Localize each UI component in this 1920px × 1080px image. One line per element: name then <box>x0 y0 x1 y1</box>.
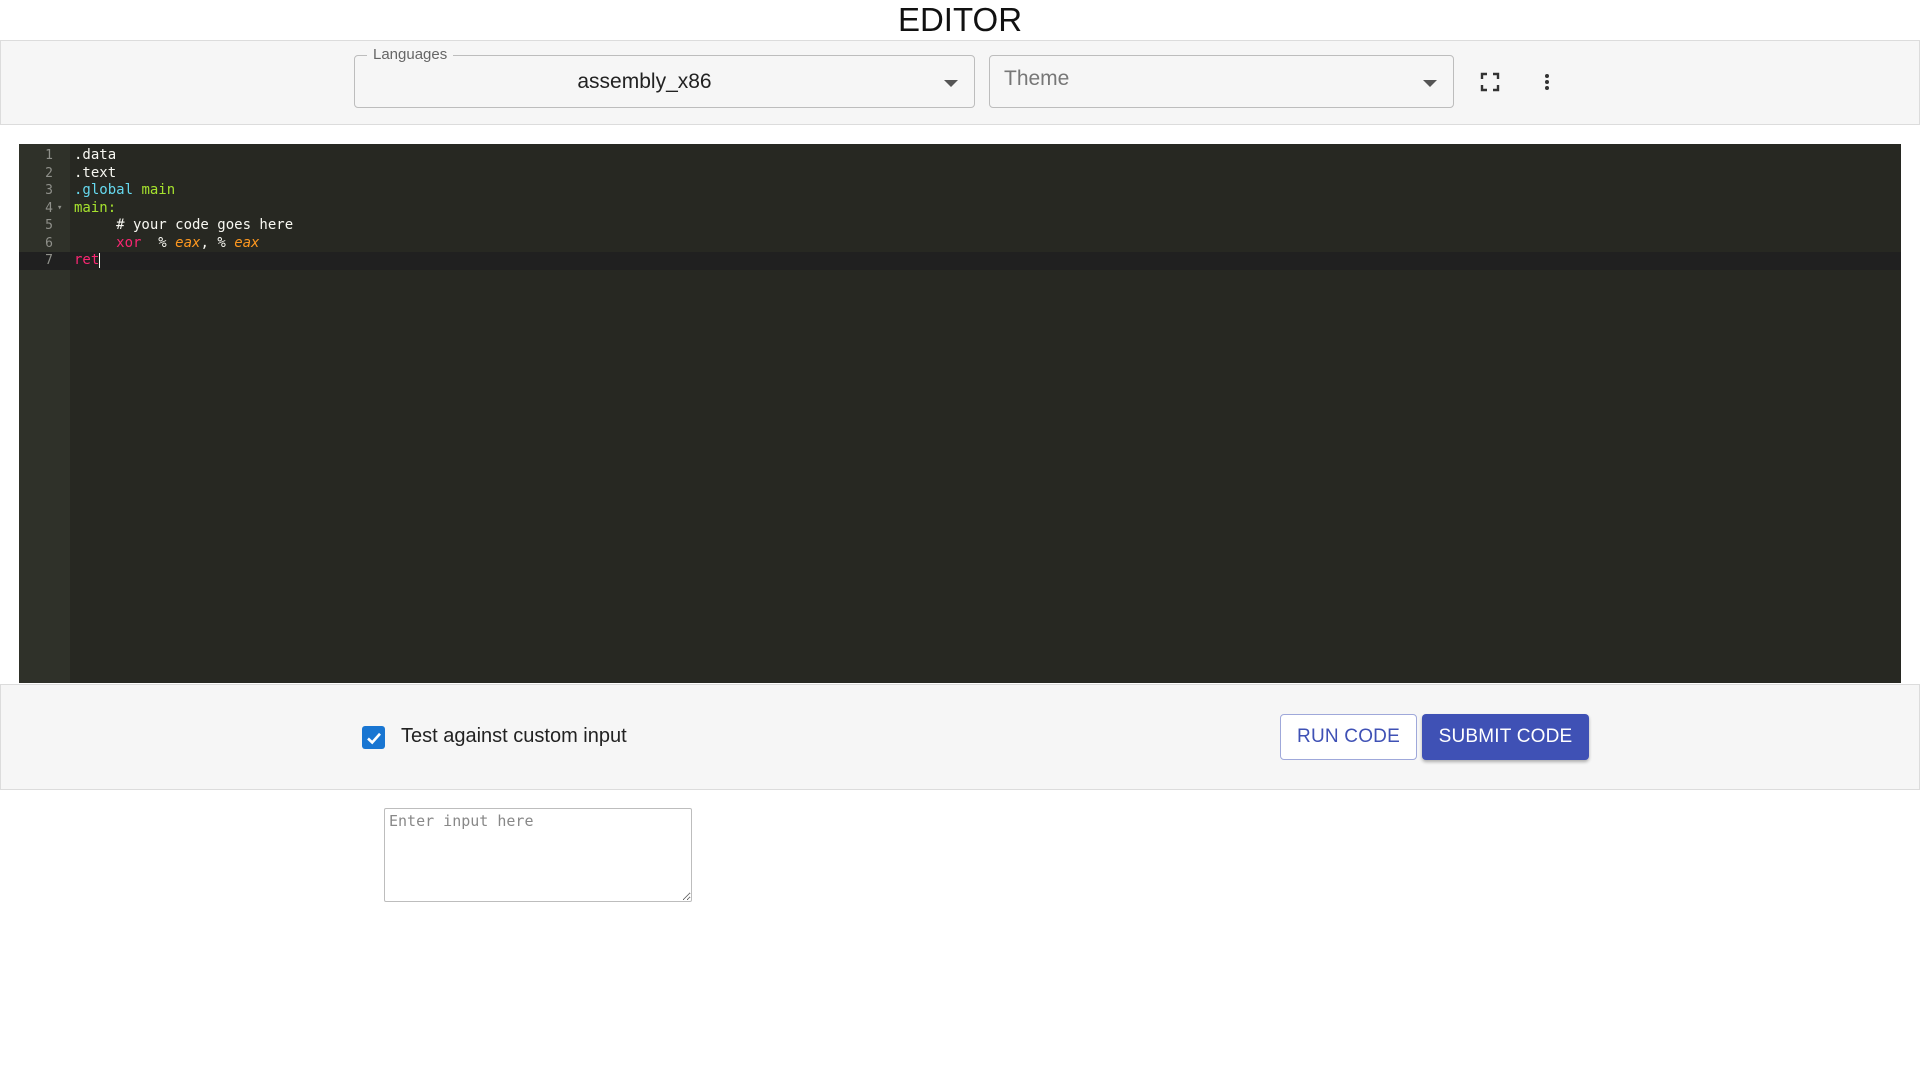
code-token: .data <box>74 147 117 163</box>
page-title: EDITOR <box>897 1 1023 38</box>
code-line[interactable]: 3 .global main <box>19 182 1901 200</box>
check-icon <box>366 732 381 744</box>
code-token: # your code goes here <box>74 217 294 233</box>
run-bar: Test against custom input RUN CODE SUBMI… <box>0 684 1920 790</box>
custom-input-label: Test against custom input <box>401 725 627 747</box>
fullscreen-icon <box>1480 72 1500 92</box>
code-token: % <box>141 234 176 251</box>
chevron-down-icon <box>1423 80 1437 87</box>
line-number: 3 <box>45 183 53 198</box>
editor-toolbar: Languages assembly_x86 Theme <box>0 40 1920 125</box>
code-token: ret <box>74 252 100 268</box>
run-code-button[interactable]: RUN CODE <box>1280 714 1417 760</box>
theme-select-placeholder: Theme <box>1004 66 1070 90</box>
fullscreen-button[interactable] <box>1475 67 1505 97</box>
language-select[interactable]: Languages assembly_x86 <box>354 46 975 108</box>
code-text: xor % eax, % eax <box>74 235 259 253</box>
code-editor[interactable]: 1 .data 2 .text 3 .global main 4 ▾ main: 5 # your… <box>19 144 1901 683</box>
code-token: .global <box>74 182 134 198</box>
language-select-value: assembly_x86 <box>577 69 712 93</box>
code-token: , % <box>200 234 235 251</box>
code-line[interactable]: 7 ret <box>19 252 1901 270</box>
chevron-down-icon <box>944 80 958 87</box>
code-text: .data <box>74 147 116 165</box>
line-number: 6 <box>45 235 53 251</box>
more-vert-icon <box>1545 74 1549 90</box>
custom-input-checkbox[interactable] <box>362 726 385 749</box>
code-token: .text <box>74 164 117 181</box>
line-number: 2 <box>45 165 53 181</box>
line-number: 1 <box>45 148 53 163</box>
code-token: eax <box>175 234 201 251</box>
code-text: .global main <box>74 182 175 200</box>
code-text: ret <box>74 252 101 270</box>
code-line[interactable]: 2 .text <box>19 165 1901 183</box>
custom-input-textarea[interactable] <box>384 808 692 902</box>
code-token: xor <box>116 234 142 251</box>
code-text: # your code goes here <box>74 217 293 235</box>
code-text: main: <box>74 200 116 218</box>
fold-toggle-icon[interactable]: ▾ <box>57 200 62 218</box>
code-line[interactable]: 6 xor % eax, % eax <box>19 235 1901 253</box>
code-token: main: <box>74 199 117 216</box>
code-token: main <box>133 182 176 198</box>
code-line[interactable]: 5 # your code goes here <box>19 217 1901 235</box>
line-number: 5 <box>45 218 53 233</box>
code-line[interactable]: 4 ▾ main: <box>19 200 1901 218</box>
more-options-button[interactable] <box>1532 67 1562 97</box>
submit-code-button[interactable]: SUBMIT CODE <box>1422 714 1589 760</box>
theme-select[interactable]: Theme <box>989 55 1454 108</box>
text-cursor <box>99 252 101 268</box>
code-text: .text <box>74 165 116 183</box>
line-number: 4 <box>45 200 53 216</box>
code-token: eax <box>234 234 260 251</box>
line-number: 7 <box>45 253 53 268</box>
code-line[interactable]: 1 .data <box>19 147 1901 165</box>
